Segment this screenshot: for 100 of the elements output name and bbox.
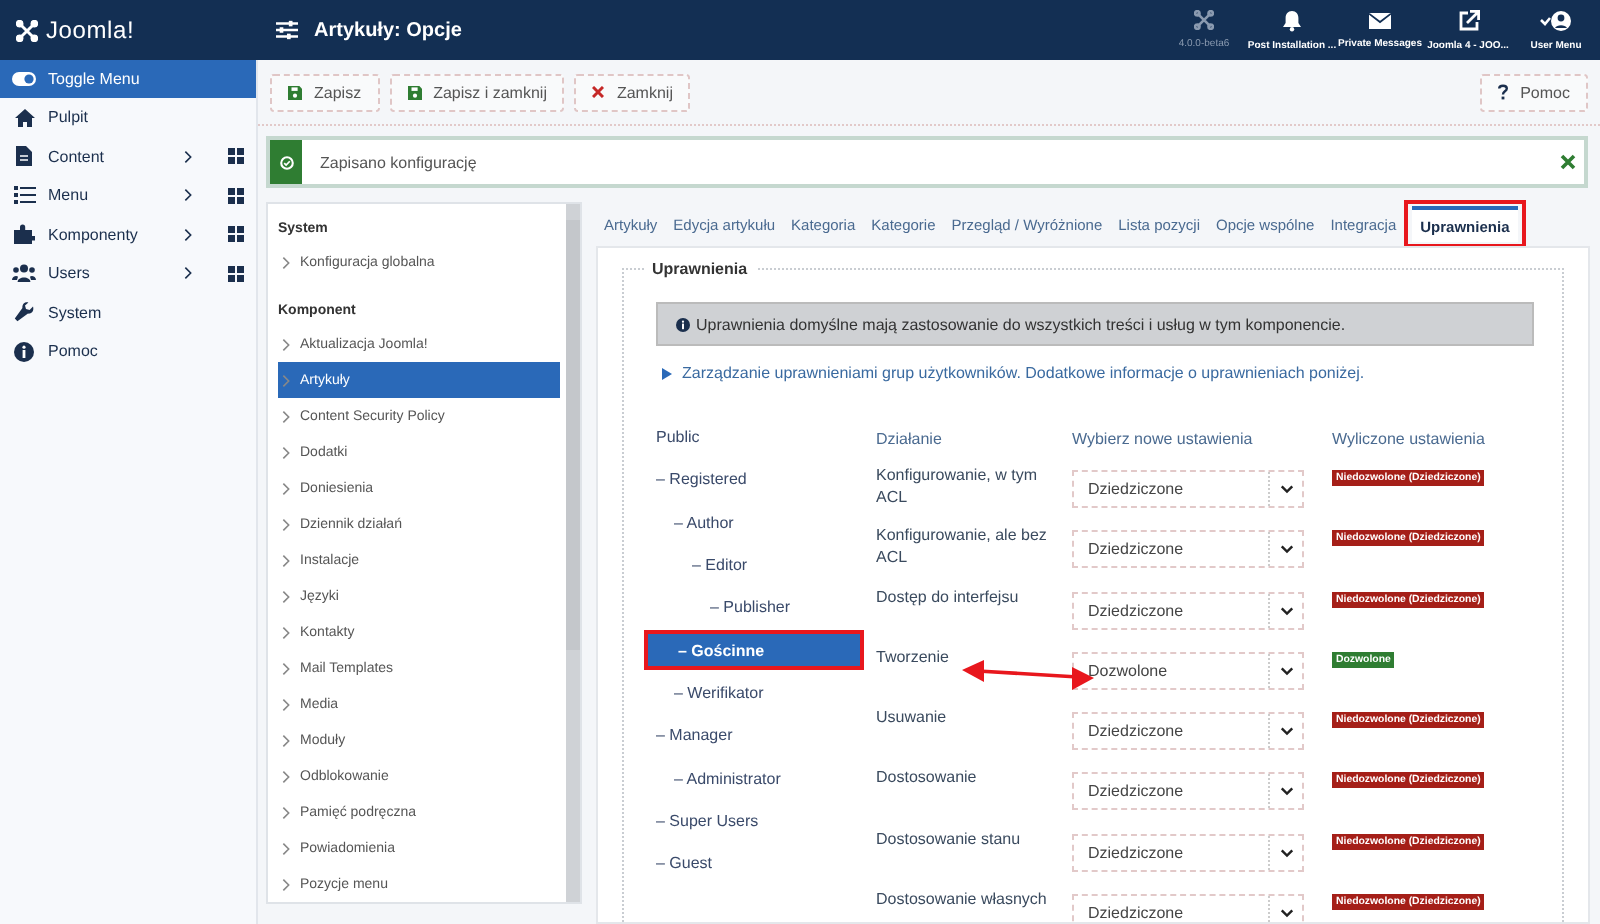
check-circle-icon [279, 155, 293, 169]
permissions-link[interactable]: Zarządzanie uprawnieniami grup użytkowników. Dodatkowe informacje o uprawnieniach poniżej. [682, 364, 1365, 382]
action-label: Dostosowanie stanu [876, 827, 1023, 850]
group-item[interactable]: – Administrator [656, 769, 781, 788]
info-icon [14, 341, 34, 362]
toolbar-button[interactable]: Zamknij [574, 73, 691, 111]
save-icon [288, 85, 302, 99]
dashboard-grid-icon[interactable] [228, 265, 244, 282]
action-label: Konfigurowanie, w tym ACL [876, 464, 1039, 508]
user-icon [1540, 9, 1572, 31]
chevron-icon [282, 373, 290, 387]
logo-text: Joomla! [46, 16, 135, 44]
action-label: Tworzenie [876, 645, 951, 668]
chevron-icon [282, 445, 290, 459]
puzzle-icon [13, 224, 35, 245]
sidebar-item[interactable]: Users [0, 254, 256, 293]
toolbar-button[interactable]: Zapisz [270, 73, 380, 111]
action-label: Dostosowanie [876, 766, 979, 789]
info-icon [676, 317, 690, 331]
group-item[interactable]: – Gościnne [648, 634, 860, 667]
chevron-icon [282, 805, 290, 819]
home-icon [13, 107, 35, 128]
chevron-icon [282, 409, 290, 423]
setting-select[interactable]: Dziedziczone [1072, 833, 1304, 872]
chevron-icon [184, 188, 192, 203]
group-item[interactable]: – Editor [656, 556, 748, 575]
chevron-icon [282, 769, 290, 783]
group-item[interactable]: – Manager [656, 726, 733, 745]
chevron-icon [282, 697, 290, 711]
help-icon [1498, 84, 1509, 100]
chevron-icon [282, 337, 290, 351]
sidebar-item[interactable]: Pomoc [0, 332, 256, 371]
group-item[interactable]: – Werifikator [656, 683, 764, 702]
sidebar-item[interactable]: Komponenty [0, 215, 256, 254]
chevron-down-icon [1279, 484, 1293, 494]
chevron-icon [184, 149, 192, 164]
setting-select[interactable]: Dziedziczone [1072, 470, 1304, 508]
users-icon [12, 264, 36, 283]
joomla-logo-icon [16, 19, 38, 41]
action-label: Konfigurowanie, ale bez ACL [876, 524, 1049, 569]
chevron-icon [184, 227, 192, 242]
chevron-down-icon [1279, 726, 1293, 737]
close-icon [592, 86, 605, 98]
page-title: Artykuły: Opcje [314, 19, 462, 41]
setting-select[interactable]: Dziedziczone [1072, 530, 1304, 569]
action-label: Dostosowanie własnych [876, 888, 1049, 911]
chevron-icon [282, 481, 290, 495]
list-icon [13, 186, 35, 205]
toggle-icon [12, 72, 36, 86]
bell-icon [1282, 9, 1302, 31]
setting-select[interactable]: Dziedziczone [1072, 772, 1304, 811]
column-header: Wyliczone ustawienia [1332, 429, 1485, 447]
dashboard-grid-icon[interactable] [228, 187, 244, 204]
chevron-down-icon [1279, 544, 1293, 555]
joomla-logo-icon [1194, 10, 1214, 30]
setting-select[interactable]: Dziedziczone [1072, 712, 1304, 751]
sidebar-item[interactable]: Content [0, 137, 256, 176]
group-item[interactable]: Public [656, 428, 700, 447]
dashboard-grid-icon[interactable] [228, 148, 244, 165]
chevron-down-icon [1279, 908, 1293, 919]
setting-select[interactable]: Dziedziczone [1072, 591, 1304, 630]
chevron-icon [282, 625, 290, 639]
alert-message: Zapisano konfigurację [320, 153, 479, 171]
chevron-down-icon [1279, 847, 1293, 858]
info-text: Uprawnienia domyślne mają zastosowanie do wszystkich treści i usług w tym komponencie. [696, 315, 1346, 333]
external-link-icon [1457, 9, 1479, 31]
dashboard-grid-icon[interactable] [228, 226, 244, 243]
fieldset-legend: Uprawnienia [644, 260, 756, 278]
chevron-icon [282, 589, 290, 603]
sidebar-item[interactable]: Pulpit [0, 98, 256, 137]
chevron-icon [282, 661, 290, 675]
chevron-icon [282, 733, 290, 747]
action-label: Dostęp do interfejsu [876, 585, 1021, 608]
group-item[interactable]: – Author [656, 513, 734, 532]
envelope-icon [1368, 11, 1392, 29]
action-label: Usuwanie [876, 706, 949, 729]
sidebar-item[interactable]: System [0, 293, 256, 332]
chevron-icon [282, 877, 290, 891]
scrollbar[interactable] [566, 204, 580, 902]
chevron-icon [282, 255, 290, 269]
sidebar-item[interactable]: Menu [0, 176, 256, 215]
file-icon [16, 146, 32, 167]
triangle-icon [662, 367, 672, 379]
setting-select[interactable]: Dziedziczone [1072, 894, 1304, 924]
chevron-down-icon [1279, 786, 1293, 797]
wrench-icon [14, 302, 34, 323]
chevron-down-icon [1279, 665, 1293, 676]
group-item[interactable]: – Guest [656, 854, 713, 873]
toolbar-button[interactable]: Zapisz i zamknij [389, 73, 565, 111]
chevron-down-icon [1279, 605, 1293, 616]
chevron-icon [184, 266, 192, 281]
column-header: Wybierz nowe ustawienia [1072, 429, 1255, 447]
save-icon [407, 85, 422, 99]
group-item[interactable]: – Super Users [656, 811, 759, 830]
help-button[interactable]: Pomoc [1480, 73, 1588, 111]
group-item[interactable]: – Publisher [656, 598, 791, 617]
column-header: Działanie [876, 429, 944, 447]
group-item[interactable]: – Registered [656, 470, 747, 489]
close-icon[interactable] [1560, 154, 1576, 170]
sidebar-item[interactable]: Toggle Menu [0, 60, 256, 98]
